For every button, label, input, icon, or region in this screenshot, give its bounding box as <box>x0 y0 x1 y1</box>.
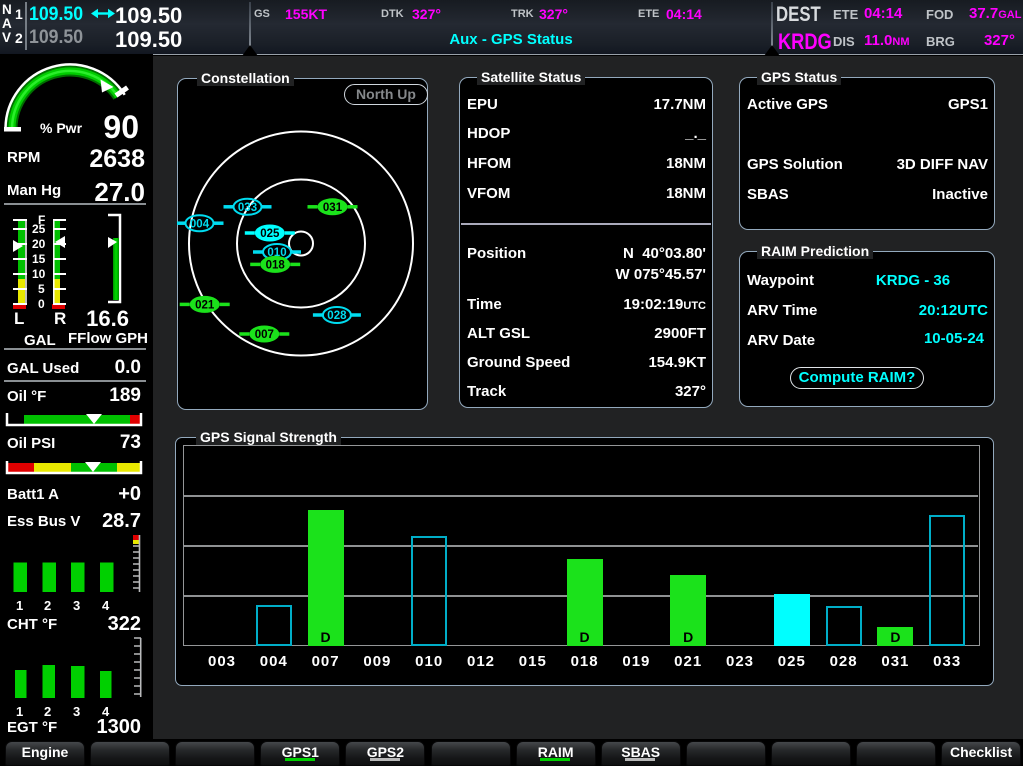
svg-text:15: 15 <box>32 252 46 266</box>
svg-text:25: 25 <box>32 222 46 236</box>
svg-text:033: 033 <box>238 202 257 214</box>
svg-text:028: 028 <box>327 310 347 322</box>
svg-text:0: 0 <box>38 297 45 311</box>
svg-text:007: 007 <box>255 329 274 341</box>
svg-text:20: 20 <box>32 237 46 251</box>
svg-text:031: 031 <box>323 202 343 214</box>
svg-text:004: 004 <box>190 218 210 230</box>
svg-text:018: 018 <box>266 260 286 272</box>
svg-text:025: 025 <box>260 228 280 240</box>
svg-text:10: 10 <box>32 267 46 281</box>
svg-text:5: 5 <box>38 282 45 296</box>
svg-text:021: 021 <box>195 300 215 312</box>
